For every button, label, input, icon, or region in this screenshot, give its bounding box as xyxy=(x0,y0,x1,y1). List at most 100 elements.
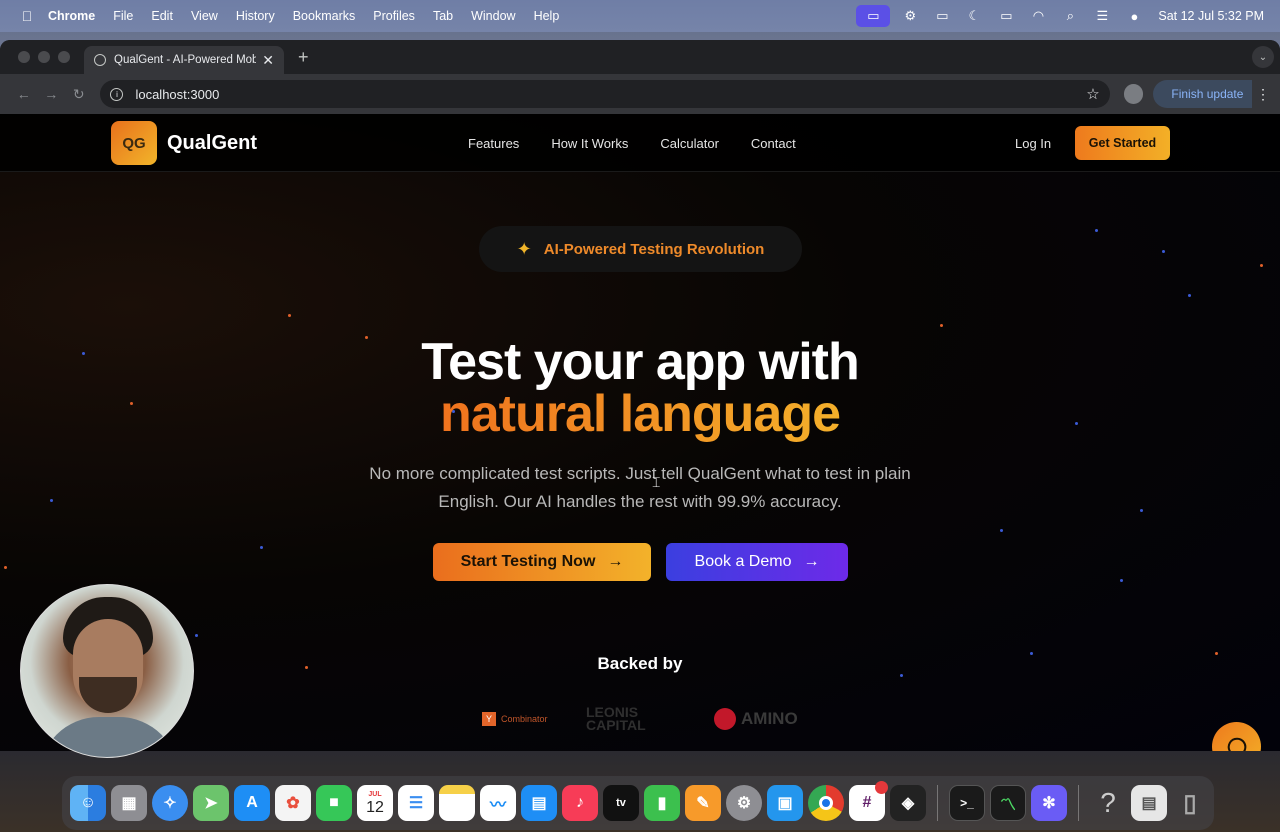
browser-toolbar: ← → ↻ i localhost:3000 ☆ Finish update ⋮ xyxy=(0,74,1280,114)
siri-icon[interactable]: ● xyxy=(1118,5,1150,27)
notification-badge xyxy=(875,781,888,794)
get-started-button[interactable]: Get Started xyxy=(1075,126,1170,160)
particle-dot xyxy=(1140,509,1143,512)
menu-profiles[interactable]: Profiles xyxy=(373,9,415,23)
help-question-icon[interactable]: ? xyxy=(1090,785,1126,821)
site-info-icon[interactable]: i xyxy=(110,87,124,101)
menu-view[interactable]: View xyxy=(191,9,218,23)
menu-clock[interactable]: Sat 12 Jul 5:32 PM xyxy=(1158,9,1264,23)
chrome-icon[interactable] xyxy=(808,785,844,821)
docker-icon[interactable]: ▣ xyxy=(767,785,803,821)
nav-link-how-it-works[interactable]: How It Works xyxy=(551,136,628,151)
activity-monitor-icon[interactable]: 〽 xyxy=(990,785,1026,821)
menu-edit[interactable]: Edit xyxy=(151,9,173,23)
facetime-icon[interactable]: ■ xyxy=(316,785,352,821)
reload-icon[interactable]: ↻ xyxy=(65,86,92,103)
calendar-day: 12 xyxy=(366,798,384,816)
amino-capital-logo: AMINO xyxy=(714,708,798,730)
particle-dot xyxy=(940,324,943,327)
chat-widget-button[interactable] xyxy=(1212,722,1261,751)
nav-links: Features How It Works Calculator Contact xyxy=(468,136,796,151)
hero-headline-line1: Test your app with xyxy=(421,333,860,391)
system-settings-icon[interactable]: ⚙ xyxy=(726,785,762,821)
qualgent-logo-text[interactable]: QualGent xyxy=(167,132,257,155)
keynote-icon[interactable]: ▤ xyxy=(521,785,557,821)
book-demo-button[interactable]: Book a Demo → xyxy=(666,543,848,581)
login-link[interactable]: Log In xyxy=(1015,136,1051,151)
browser-menu-kebab-icon[interactable]: ⋮ xyxy=(1256,86,1270,103)
freeform-icon[interactable]: 〰 xyxy=(480,785,516,821)
profile-avatar[interactable] xyxy=(1123,84,1144,104)
close-window-button[interactable] xyxy=(18,51,30,63)
finish-update-button[interactable]: Finish update xyxy=(1153,80,1252,108)
control-center-icon[interactable]: ☰ xyxy=(1086,5,1118,27)
address-bar[interactable]: i localhost:3000 ☆ xyxy=(100,80,1110,108)
close-tab-icon[interactable]: ✕ xyxy=(262,52,274,69)
photos-icon[interactable]: ✿ xyxy=(275,785,311,821)
webcam-person-shirt xyxy=(39,717,179,757)
battery-icon[interactable]: ▭ xyxy=(990,5,1022,27)
forward-arrow-icon[interactable]: → xyxy=(37,86,64,102)
particle-dot xyxy=(900,674,903,677)
particle-dot xyxy=(260,546,263,549)
safari-icon[interactable]: ✧ xyxy=(152,785,188,821)
particle-dot xyxy=(195,634,198,637)
menu-app-name[interactable]: Chrome xyxy=(48,9,95,23)
launchpad-icon[interactable]: ▦ xyxy=(111,785,147,821)
address-url[interactable]: localhost:3000 xyxy=(135,87,1086,102)
menu-history[interactable]: History xyxy=(236,9,275,23)
app-store-icon[interactable]: A xyxy=(234,785,270,821)
new-tab-plus-icon[interactable]: + xyxy=(298,47,309,68)
dock-separator xyxy=(1078,785,1079,821)
leonis-capital-logo: LEONIS CAPITAL xyxy=(586,705,676,732)
focus-icon[interactable]: ⚙ xyxy=(894,5,926,27)
menu-help[interactable]: Help xyxy=(534,9,560,23)
slack-icon[interactable]: # xyxy=(849,781,888,821)
reminders-icon[interactable]: ☰ xyxy=(398,785,434,821)
perplexity-icon[interactable]: ✻ xyxy=(1031,785,1067,821)
qualgent-logo-mark[interactable]: QG xyxy=(111,121,157,165)
back-arrow-icon[interactable]: ← xyxy=(10,86,37,102)
zoom-window-button[interactable] xyxy=(58,51,70,63)
bookmark-star-icon[interactable]: ☆ xyxy=(1086,85,1099,103)
notes-icon[interactable] xyxy=(439,785,475,821)
nav-link-calculator[interactable]: Calculator xyxy=(660,136,719,151)
chrome-center-icon xyxy=(819,796,833,810)
spotlight-search-icon[interactable]: ⌕ xyxy=(1054,5,1086,27)
numbers-icon[interactable]: ▮ xyxy=(644,785,680,821)
finder-icon[interactable]: ☺ xyxy=(70,785,106,821)
chat-bubble-icon xyxy=(1227,737,1246,751)
macos-menu-bar:  Chrome File Edit View History Bookmark… xyxy=(0,0,1280,32)
tab-search-chevron-icon[interactable]: ⌄ xyxy=(1252,46,1274,68)
browser-tab-active[interactable]: QualGent - AI-Powered Mobil ✕ xyxy=(84,46,284,74)
mouse-cursor-icon: ⌶ xyxy=(652,474,661,490)
menu-tab[interactable]: Tab xyxy=(433,9,453,23)
downloads-folder-icon[interactable]: ▤ xyxy=(1131,785,1167,821)
maps-icon[interactable]: ➤ xyxy=(193,785,229,821)
music-icon[interactable]: ♪ xyxy=(562,785,598,821)
trash-icon[interactable]: ▯ xyxy=(1172,785,1208,821)
menu-file[interactable]: File xyxy=(113,9,133,23)
amino-name: AMINO xyxy=(741,709,798,728)
apple-menu-icon[interactable]:  xyxy=(14,8,40,24)
chrome-window: QualGent - AI-Powered Mobil ✕ + ⌄ ← → ↻ … xyxy=(0,40,1280,751)
pages-icon[interactable]: ✎ xyxy=(685,785,721,821)
calendar-icon[interactable]: JUL 12 xyxy=(357,785,393,821)
moon-icon[interactable]: ☾ xyxy=(958,5,990,27)
screen-share-icon[interactable]: ▭ xyxy=(856,5,891,27)
wifi-icon[interactable]: ◠ xyxy=(1022,5,1054,27)
hero-badge-text: AI-Powered Testing Revolution xyxy=(543,240,765,258)
menu-window[interactable]: Window xyxy=(471,9,515,23)
menu-bookmarks[interactable]: Bookmarks xyxy=(293,9,356,23)
terminal-icon[interactable]: >_ xyxy=(949,785,985,821)
nav-link-contact[interactable]: Contact xyxy=(751,136,796,151)
start-testing-button[interactable]: Start Testing Now → xyxy=(433,543,651,581)
hero-subtext: No more complicated test scripts. Just t… xyxy=(369,464,911,511)
display-icon[interactable]: ▭ xyxy=(926,5,958,27)
apple-tv-icon[interactable]: tv xyxy=(603,785,639,821)
cursor-app-icon[interactable]: ◈ xyxy=(890,785,926,821)
yc-name: Combinator xyxy=(501,714,548,724)
nav-link-features[interactable]: Features xyxy=(468,136,519,151)
particle-dot xyxy=(288,314,291,317)
minimize-window-button[interactable] xyxy=(38,51,50,63)
